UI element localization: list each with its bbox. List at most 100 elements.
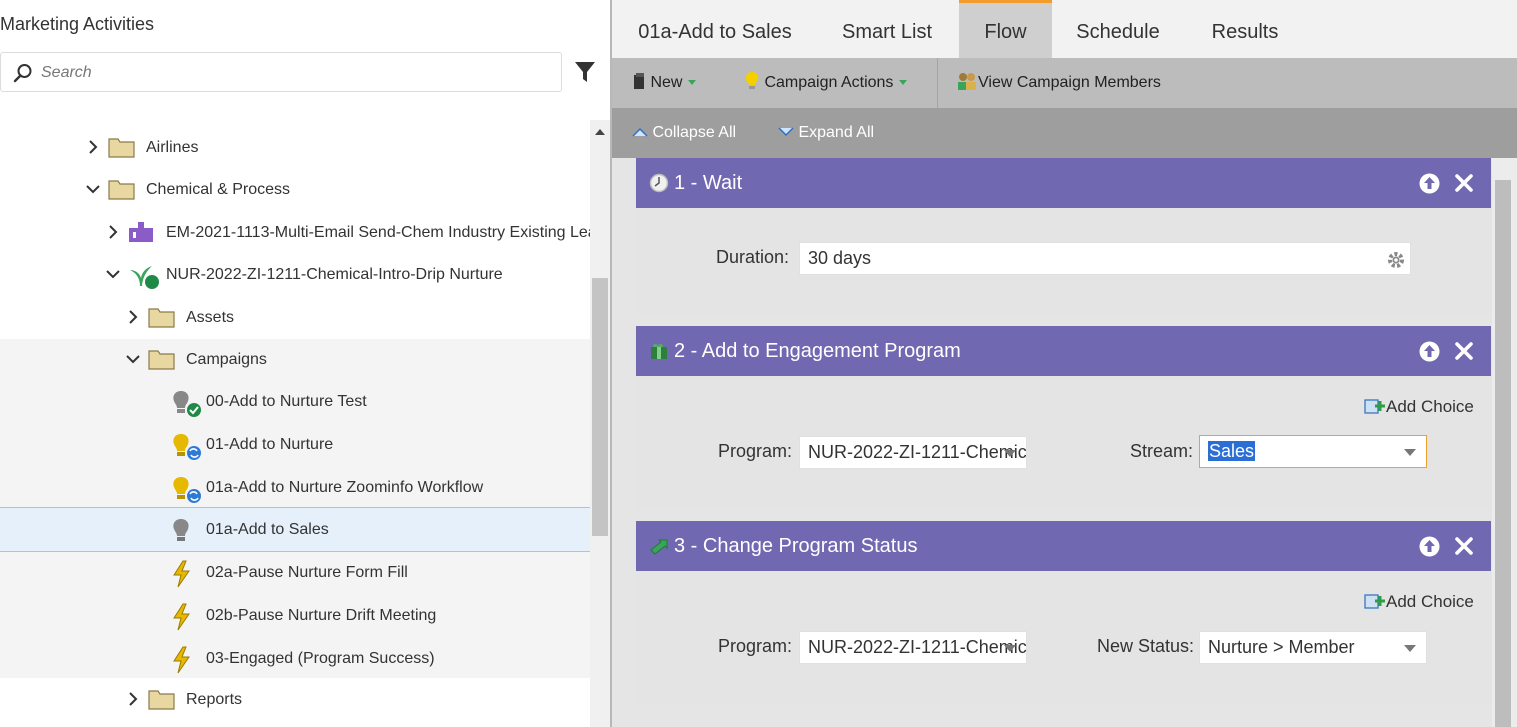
tree-item-campaign[interactable]: 03-Engaged (Program Success) (0, 638, 590, 678)
campaign-active-icon (170, 389, 201, 417)
program-select[interactable]: NUR-2022-ZI-1211-Chemical-Intro-Drip Nur… (799, 436, 1027, 469)
chevron-right-icon[interactable] (106, 225, 120, 239)
tree-item-campaign[interactable]: 02b-Pause Nurture Drift Meeting (0, 595, 590, 638)
flow-step-title: 2 - Add to Engagement Program (674, 340, 961, 362)
duration-value: 30 days (808, 248, 872, 268)
tree-scrollbar-thumb[interactable] (592, 278, 608, 536)
move-up-icon[interactable] (1419, 536, 1440, 557)
duration-label: Duration: (716, 247, 790, 267)
tab-bar: 01a-Add to Sales Smart List Flow Schedul… (612, 0, 1517, 58)
tree-item-label: 03-Engaged (Program Success) (206, 650, 435, 667)
filter-icon[interactable] (574, 60, 598, 84)
collapse-all-button[interactable]: Collapse All (632, 108, 736, 158)
tree-item-airlines[interactable]: Airlines (0, 127, 590, 169)
tree-item-campaign[interactable]: 01a-Add to Nurture Zoominfo Workflow (0, 467, 590, 510)
tree-item-reports[interactable]: Reports (0, 679, 590, 721)
tree-item-campaigns[interactable]: Campaigns (0, 339, 590, 381)
add-choice-icon (1364, 399, 1385, 414)
tree-item-campaign[interactable]: 00-Add to Nurture Test (0, 381, 590, 424)
add-choice-button[interactable]: Add Choice (1364, 397, 1474, 417)
tree-item-label: Assets (186, 309, 235, 326)
tab-smart-list[interactable]: Smart List (826, 0, 948, 58)
scroll-up-arrow-icon[interactable] (594, 124, 606, 135)
close-icon[interactable] (1454, 341, 1474, 361)
members-icon (958, 73, 976, 90)
tree-item-label: 02a-Pause Nurture Form Fill (206, 564, 408, 581)
new-status-label: New Status: (1097, 636, 1195, 656)
campaign-actions-label: Campaign Actions (764, 74, 894, 91)
tree-item-label: NUR-2022-ZI-1211-Chemical-Intro-Drip Nur… (166, 266, 503, 283)
toolbar-primary: New Campaign Actions View Campaign Membe… (612, 58, 1517, 108)
flow-step-change-program-status: 3 - Change Program Status Add Choice Pro… (636, 521, 1491, 704)
folder-icon (108, 177, 136, 203)
flow-scrollbar-thumb[interactable] (1495, 180, 1511, 727)
collapse-all-label: Collapse All (652, 124, 737, 141)
add-choice-icon (1364, 594, 1385, 609)
tree-item-label: 00-Add to Nurture Test (206, 393, 367, 410)
tree-item-nurture-program[interactable]: NUR-2022-ZI-1211-Chemical-Intro-Drip Nur… (0, 254, 590, 296)
move-up-icon[interactable] (1419, 173, 1440, 194)
campaign-recurring-icon (170, 432, 201, 460)
campaign-recurring-icon (170, 475, 201, 503)
flow-step-header[interactable]: 1 - Wait (636, 158, 1491, 208)
tab-flow[interactable]: Flow (959, 0, 1052, 58)
program-label: Program: (718, 441, 793, 461)
move-up-icon[interactable] (1419, 341, 1440, 362)
tree-item-campaign[interactable]: 02a-Pause Nurture Form Fill (0, 552, 590, 595)
gear-icon[interactable] (1386, 249, 1406, 274)
expand-all-label: Expand All (798, 124, 875, 141)
tree-item-label: Reports (186, 691, 243, 708)
folder-icon (148, 687, 176, 713)
change-status-icon (649, 536, 669, 556)
chevron-right-icon[interactable] (126, 310, 140, 324)
view-campaign-members-button[interactable]: View Campaign Members (956, 58, 1161, 108)
close-icon[interactable] (1454, 173, 1474, 193)
program-value: NUR-2022-ZI-1211-Chemical-Intro-Drip Nur… (808, 442, 1027, 462)
close-icon[interactable] (1454, 536, 1474, 556)
tree-item-label: Campaigns (186, 351, 267, 368)
chevron-right-icon[interactable] (86, 140, 100, 154)
tree-item-chemical-process[interactable]: Chemical & Process (0, 169, 590, 211)
tree-item-assets[interactable]: Assets (0, 297, 590, 339)
chevron-down-icon[interactable] (106, 267, 120, 281)
tree-item-label: 01-Add to Nurture (206, 436, 334, 453)
tree-item-label: 02b-Pause Nurture Drift Meeting (206, 607, 437, 624)
view-members-label: View Campaign Members (978, 74, 1161, 91)
panel-title: Marketing Activities (0, 14, 155, 34)
dropdown-arrow-icon (1004, 645, 1016, 652)
add-choice-button[interactable]: Add Choice (1364, 592, 1474, 612)
trigger-campaign-icon (170, 603, 198, 631)
collapse-arrow-icon (632, 127, 648, 137)
folder-icon (108, 135, 136, 161)
program-select[interactable]: NUR-2022-ZI-1211-Chemical-Intro-Drip Nur… (799, 631, 1027, 664)
marketing-activities-panel: Marketing Activities Airlines Chemical &… (0, 0, 610, 727)
campaign-actions-menu-button[interactable]: Campaign Actions (744, 58, 908, 108)
stream-select[interactable]: Sales (1199, 435, 1427, 468)
stream-value: Sales (1208, 441, 1256, 461)
search-box[interactable] (0, 52, 562, 92)
tree-item-campaign[interactable]: 01-Add to Nurture (0, 424, 590, 467)
flow-step-header[interactable]: 3 - Change Program Status (636, 521, 1491, 571)
flow-step-body: Add Choice Program: NUR-2022-ZI-1211-Che… (636, 376, 1491, 509)
search-input[interactable] (41, 61, 541, 85)
tab-results[interactable]: Results (1192, 0, 1298, 58)
expand-all-button[interactable]: Expand All (778, 108, 874, 158)
flow-step-header[interactable]: 2 - Add to Engagement Program (636, 326, 1491, 376)
chevron-down-icon[interactable] (126, 352, 140, 366)
add-choice-label: Add Choice (1386, 592, 1474, 611)
new-status-select[interactable]: Nurture > Member (1199, 631, 1427, 664)
flow-step-body: Duration: 30 days (636, 208, 1491, 314)
dropdown-arrow-icon (1404, 645, 1416, 652)
tab-schedule[interactable]: Schedule (1063, 0, 1173, 58)
tree-item-label: 01a-Add to Nurture Zoominfo Workflow (206, 479, 484, 496)
chevron-right-icon[interactable] (126, 692, 140, 706)
chevron-down-icon[interactable] (86, 182, 100, 196)
duration-field[interactable]: 30 days (799, 242, 1411, 275)
tree-view: Airlines Chemical & Process EM-2021-1113… (0, 120, 590, 727)
tree-item-email-program[interactable]: EM-2021-1113-Multi-Email Send-Chem Indus… (0, 212, 590, 254)
new-status-value: Nurture > Member (1208, 637, 1355, 657)
tree-item-campaign-selected[interactable]: 01a-Add to Sales (0, 507, 590, 552)
new-menu-button[interactable]: New (632, 58, 697, 108)
campaign-inactive-icon (170, 517, 198, 543)
tab-campaign-name[interactable]: 01a-Add to Sales (620, 0, 810, 58)
